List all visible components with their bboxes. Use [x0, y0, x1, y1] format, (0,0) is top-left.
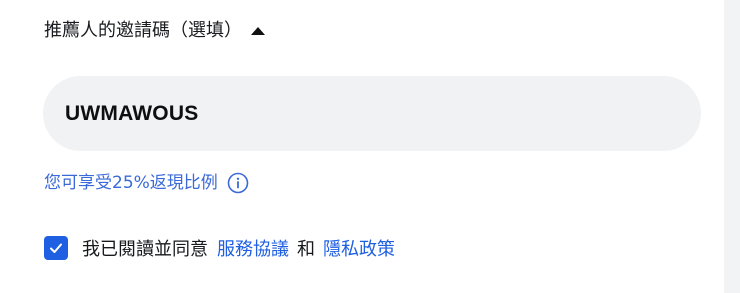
referral-code-toggle[interactable]: 推薦人的邀請碼（選填） [44, 14, 265, 48]
agreement-checkbox[interactable] [44, 236, 68, 260]
agreement-prefix: 我已閱讀並同意 [82, 239, 208, 260]
caret-up-icon [251, 26, 265, 35]
referral-code-input[interactable] [43, 76, 701, 151]
privacy-policy-link[interactable]: 隱私政策 [323, 235, 395, 261]
rebate-info-row: 您可享受25%返現比例 [44, 170, 249, 196]
rebate-text: 您可享受25%返現比例 [44, 173, 218, 193]
agreement-row: 我已閱讀並同意 服務協議 和 隱私政策 [44, 233, 395, 263]
checkmark-icon [50, 243, 62, 253]
referral-panel: 推薦人的邀請碼（選填） 您可享受25%返現比例 我已閱讀並同意 服務協議 和 隱… [0, 0, 724, 293]
referral-code-title: 推薦人的邀請碼（選填） [44, 20, 242, 41]
service-agreement-link[interactable]: 服務協議 [217, 235, 289, 261]
agreement-conjunction: 和 [297, 239, 315, 260]
info-icon[interactable] [227, 172, 249, 194]
